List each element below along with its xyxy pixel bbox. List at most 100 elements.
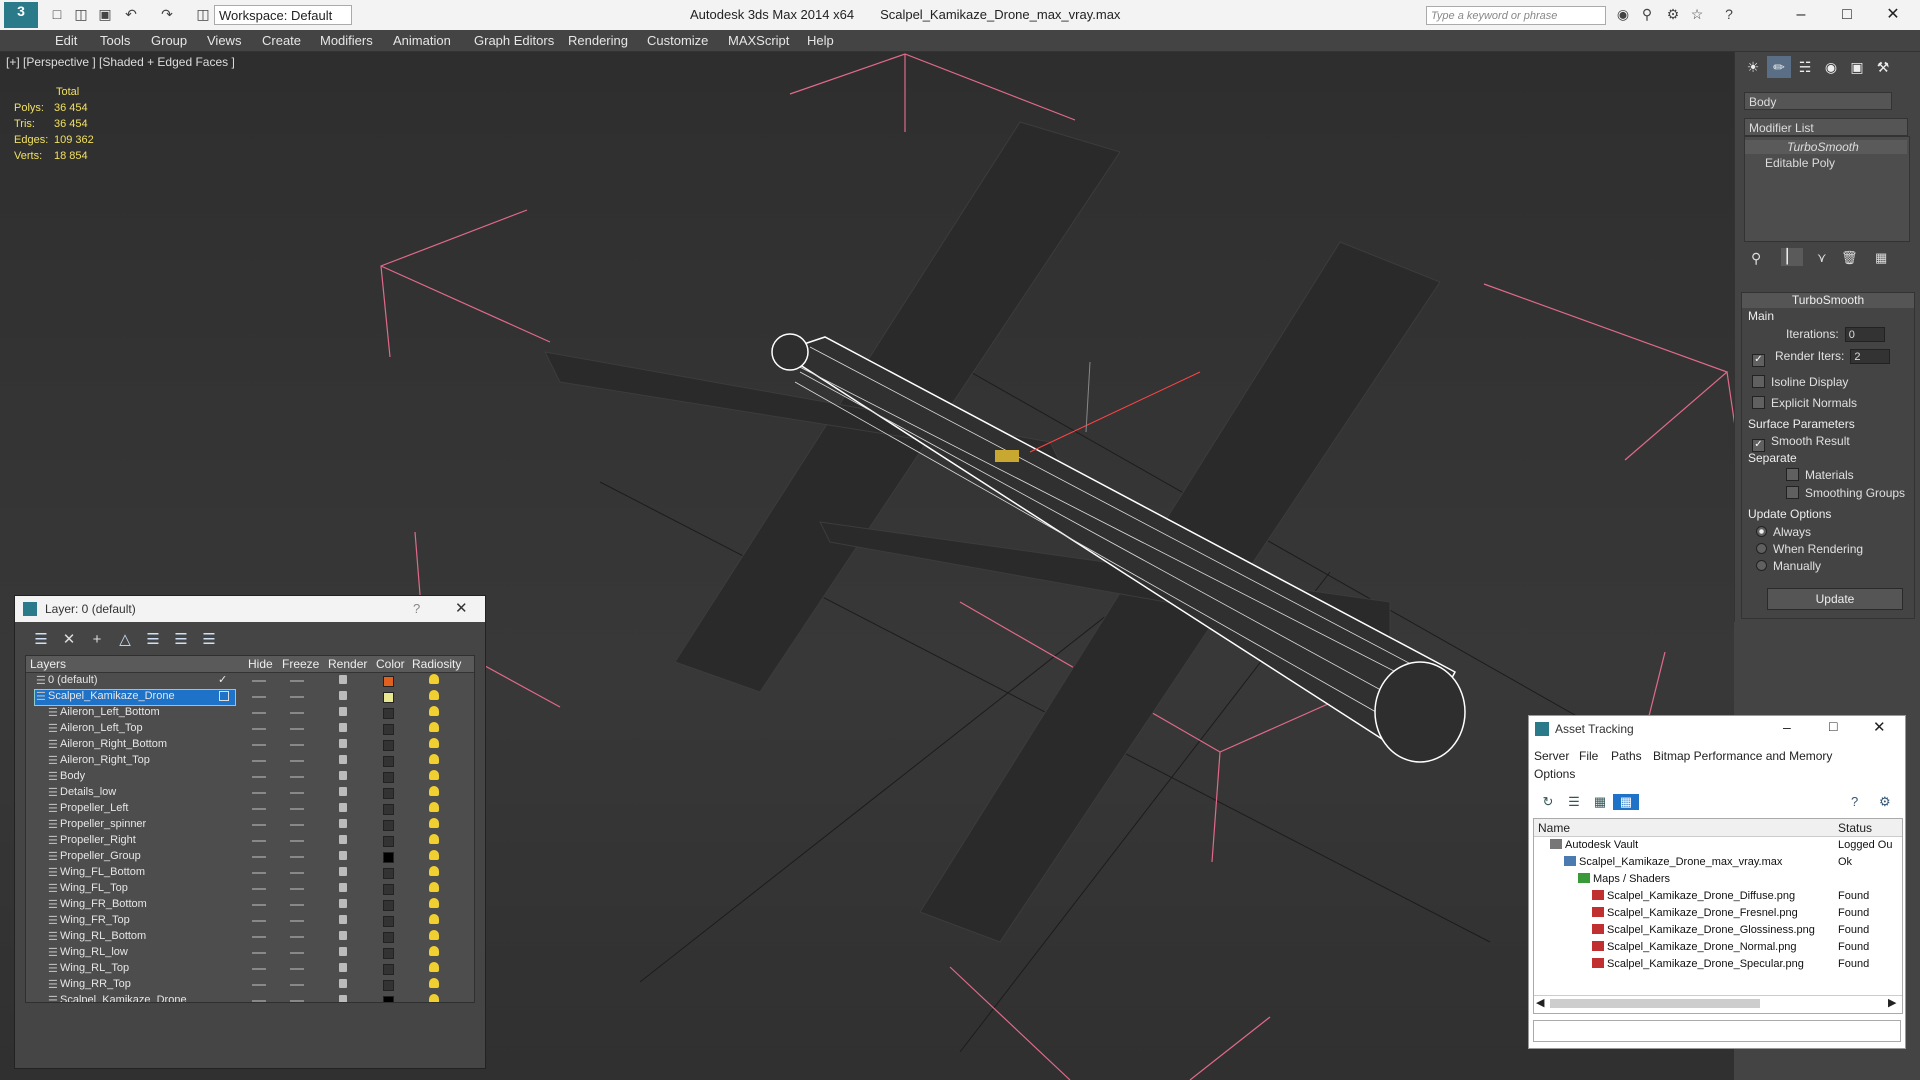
render-teapot-icon[interactable] <box>339 691 347 700</box>
hide-toggle[interactable] <box>252 968 266 970</box>
menu-graph-editors[interactable]: Graph Editors <box>474 33 554 48</box>
help-icon[interactable]: ? <box>1851 794 1858 809</box>
freeze-toggle[interactable] <box>290 776 304 778</box>
scroll-left-icon[interactable]: ◀ <box>1536 996 1544 1009</box>
iterations-spinner[interactable]: 0 <box>1844 327 1885 343</box>
favorites-star-icon[interactable]: ☆ <box>1688 5 1706 23</box>
asset-row[interactable]: Scalpel_Kamikaze_Drone_Diffuse.png Found <box>1534 888 1902 905</box>
layer-name[interactable]: Aileron_Left_Bottom <box>60 706 160 718</box>
layer-row[interactable]: ☰ Wing_FL_Bottom <box>26 865 474 881</box>
freeze-toggle[interactable] <box>290 856 304 858</box>
layer-name[interactable]: Aileron_Left_Top <box>60 722 143 734</box>
render-teapot-icon[interactable] <box>339 755 347 764</box>
layer-color-swatch[interactable] <box>383 724 394 735</box>
refresh-icon[interactable]: ↻ <box>1535 794 1561 810</box>
layer-name[interactable]: 0 (default) <box>48 674 98 686</box>
hide-toggle[interactable] <box>252 904 266 906</box>
layer-color-swatch[interactable] <box>383 916 394 927</box>
remove-modifier-icon[interactable]: 🗑 <box>1841 250 1858 266</box>
layer-row[interactable]: ☰ Wing_FL_Top <box>26 881 474 897</box>
render-teapot-icon[interactable] <box>339 963 347 972</box>
configure-sets-icon[interactable]: ▦ <box>1875 250 1887 266</box>
explicit-normals-checkbox[interactable] <box>1752 396 1765 409</box>
isoline-checkbox[interactable] <box>1752 375 1765 388</box>
freeze-toggle[interactable] <box>290 888 304 890</box>
hide-toggle[interactable] <box>252 872 266 874</box>
menu-rendering[interactable]: Rendering <box>568 33 628 48</box>
radiosity-bulb-icon[interactable] <box>429 930 439 940</box>
stack-item-turbosmooth[interactable]: TurboSmooth <box>1745 140 1907 154</box>
manually-radio[interactable] <box>1756 560 1767 571</box>
render-teapot-icon[interactable] <box>339 899 347 908</box>
layer-row[interactable]: ☰ Aileron_Left_Top <box>26 721 474 737</box>
menu-server[interactable]: Server <box>1534 749 1569 763</box>
delete-layer-icon[interactable]: ✕ <box>55 630 83 648</box>
menu-tools[interactable]: Tools <box>100 33 130 48</box>
layer-color-swatch[interactable] <box>383 804 394 815</box>
layer-row[interactable]: ☰ Wing_RR_Top <box>26 977 474 993</box>
minimize-icon[interactable]: – <box>1790 4 1812 26</box>
hide-toggle[interactable] <box>252 728 266 730</box>
scroll-right-icon[interactable]: ▶ <box>1888 996 1896 1009</box>
update-button[interactable]: Update <box>1767 588 1903 610</box>
grid-view-icon[interactable]: ▦ <box>1613 794 1639 810</box>
project-folder-icon[interactable]: ◫ <box>194 5 212 23</box>
radiosity-bulb-icon[interactable] <box>429 818 439 828</box>
layer-row[interactable]: ☰ Aileron_Right_Bottom <box>26 737 474 753</box>
layer-color-swatch[interactable] <box>383 772 394 783</box>
radiosity-bulb-icon[interactable] <box>429 802 439 812</box>
radiosity-bulb-icon[interactable] <box>429 738 439 748</box>
layer-name[interactable]: Wing_FL_Top <box>60 882 128 894</box>
freeze-toggle[interactable] <box>290 760 304 762</box>
layer-color-swatch[interactable] <box>383 868 394 879</box>
hide-toggle[interactable] <box>252 792 266 794</box>
layer-row[interactable]: ☰ Propeller_spinner <box>26 817 474 833</box>
help-icon[interactable]: ? <box>1720 5 1738 23</box>
asset-row[interactable]: Autodesk Vault Logged Ou <box>1534 837 1902 854</box>
render-teapot-icon[interactable] <box>339 835 347 844</box>
radiosity-bulb-icon[interactable] <box>429 978 439 988</box>
asset-path-field[interactable] <box>1533 1020 1901 1042</box>
asset-row[interactable]: Scalpel_Kamikaze_Drone_Specular.png Found <box>1534 956 1902 973</box>
menu-options[interactable]: Options <box>1534 767 1575 781</box>
stack-item-editable-poly[interactable]: Editable Poly <box>1765 156 1835 170</box>
hide-toggle[interactable] <box>252 712 266 714</box>
key-icon[interactable]: ⚲ <box>1638 5 1656 23</box>
render-teapot-icon[interactable] <box>339 707 347 716</box>
binoculars-icon[interactable]: ◉ <box>1614 5 1632 23</box>
layer-color-swatch[interactable] <box>383 900 394 911</box>
radiosity-bulb-icon[interactable] <box>429 690 439 700</box>
layer-row[interactable]: ☰ Scalpel_Kamikaze_Drone <box>26 993 474 1002</box>
render-teapot-icon[interactable] <box>339 819 347 828</box>
current-layer-check-icon[interactable]: ✓ <box>218 673 227 686</box>
maximize-icon[interactable]: □ <box>1829 718 1837 734</box>
render-teapot-icon[interactable] <box>339 723 347 732</box>
freeze-toggle[interactable] <box>290 952 304 954</box>
layer-row[interactable]: ☰ Propeller_Right <box>26 833 474 849</box>
create-tab-icon[interactable]: ☀ <box>1741 56 1765 78</box>
hide-toggle[interactable] <box>252 936 266 938</box>
show-end-result-icon[interactable]: ▏ <box>1781 248 1803 266</box>
close-icon[interactable]: ✕ <box>1882 4 1904 26</box>
freeze-toggle[interactable] <box>290 920 304 922</box>
layer-row[interactable]: ☰ 0 (default) ✓ <box>26 673 474 689</box>
menu-customize[interactable]: Customize <box>647 33 708 48</box>
layer-name[interactable]: Wing_FR_Bottom <box>60 898 147 910</box>
freeze-toggle[interactable] <box>290 728 304 730</box>
radiosity-bulb-icon[interactable] <box>429 706 439 716</box>
hide-toggle[interactable] <box>252 952 266 954</box>
column-radiosity[interactable]: Radiosity <box>412 657 461 671</box>
column-freeze[interactable]: Freeze <box>282 657 319 671</box>
radiosity-bulb-icon[interactable] <box>429 754 439 764</box>
layer-row[interactable]: ☰ Wing_RL_Bottom <box>26 929 474 945</box>
layer-color-swatch[interactable] <box>383 948 394 959</box>
hide-toggle[interactable] <box>252 744 266 746</box>
layer-name[interactable]: Body <box>60 770 85 782</box>
layer-row[interactable]: ☰ Details_low <box>26 785 474 801</box>
layer-color-swatch[interactable] <box>383 884 394 895</box>
column-name[interactable]: Name <box>1538 821 1570 835</box>
menu-group[interactable]: Group <box>151 33 187 48</box>
highlight-selected-icon[interactable]: ☰ <box>139 630 167 648</box>
render-teapot-icon[interactable] <box>339 883 347 892</box>
layer-color-swatch[interactable] <box>383 852 394 863</box>
